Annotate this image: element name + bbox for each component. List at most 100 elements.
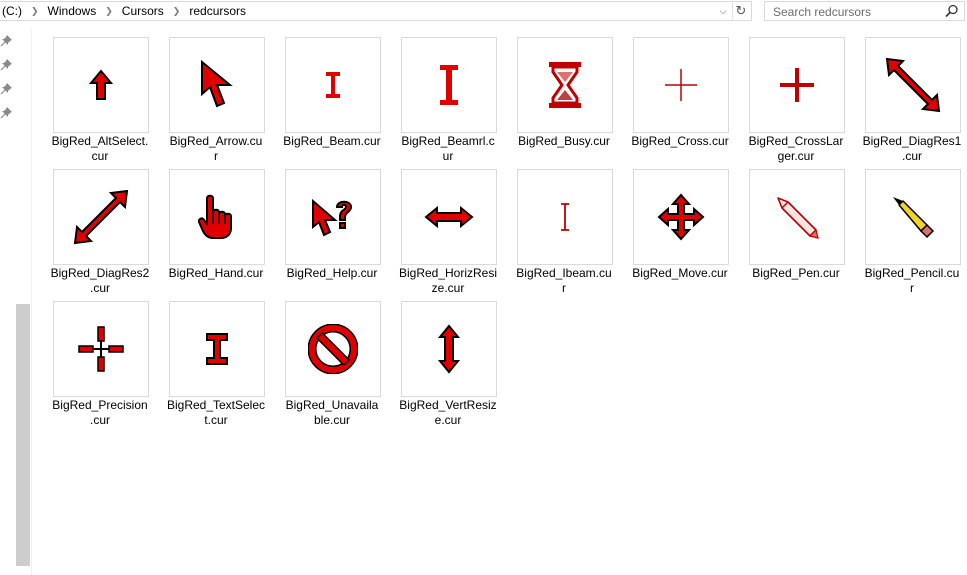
breadcrumb-redcursors[interactable]: redcursors [187, 4, 248, 18]
horiz-resize-icon [424, 206, 474, 228]
file-item[interactable]: BigRed_Pencil.cu r [855, 169, 961, 297]
file-thumbnail[interactable] [401, 169, 497, 265]
file-thumbnail[interactable] [401, 37, 497, 133]
thin-ibeam-icon [561, 203, 569, 231]
file-thumbnail[interactable] [633, 37, 729, 133]
file-name: BigRed_Help.cur [286, 266, 378, 280]
file-name: BigRed_CrossLar ger.cur [748, 134, 844, 163]
file-item[interactable]: BigRed_Ibeam.cu r [507, 169, 613, 297]
file-name: BigRed_Pencil.cu r [864, 266, 960, 295]
arrow-pointer-icon [201, 60, 233, 108]
file-name: BigRed_DiagRes1 .cur [862, 134, 962, 163]
file-name: BigRed_Precision .cur [52, 398, 148, 427]
up-arrow-icon [88, 69, 114, 100]
file-item[interactable]: BigRed_Busy.cur [507, 37, 613, 165]
file-thumbnail[interactable] [285, 169, 381, 265]
file-name: BigRed_Beamrl.c ur [401, 134, 495, 163]
file-name: BigRed_Busy.cur [518, 134, 610, 148]
file-item[interactable]: BigRed_Cross.cur [623, 37, 729, 165]
file-item[interactable]: BigRed_CrossLar ger.cur [739, 37, 845, 165]
search-input[interactable]: Search redcursors [764, 1, 965, 21]
breadcrumb-drive[interactable]: (C:) [0, 4, 24, 18]
file-item[interactable]: BigRed_VertResiz e.cur [391, 301, 497, 429]
scrollbar-thumb[interactable] [16, 304, 30, 566]
file-thumbnail[interactable] [169, 37, 265, 133]
file-item[interactable]: BigRed_TextSelec t.cur [159, 301, 265, 429]
file-item[interactable]: BigRed_Move.cur [623, 169, 729, 297]
chevron-right-icon[interactable]: ❯ [166, 6, 188, 17]
pin-icon[interactable] [0, 82, 13, 95]
file-thumbnail[interactable] [169, 169, 265, 265]
file-name: BigRed_Move.cur [632, 266, 728, 280]
file-thumbnail[interactable] [865, 169, 961, 265]
large-ibeam-icon [440, 65, 458, 105]
small-ibeam-icon [326, 72, 340, 98]
file-name: BigRed_Pen.cur [752, 266, 840, 280]
file-item[interactable]: BigRed_HorizResi ze.cur [391, 169, 497, 297]
file-item[interactable]: BigRed_Precision .cur [43, 301, 149, 429]
move-icon [657, 193, 705, 241]
help-pointer-icon [312, 198, 353, 237]
diag-resize-2-icon [73, 189, 129, 245]
file-thumbnail[interactable] [749, 37, 845, 133]
file-item[interactable]: BigRed_Beam.cur [275, 37, 381, 165]
file-thumbnail[interactable] [401, 301, 497, 397]
file-name: BigRed_Cross.cur [631, 134, 729, 148]
chevron-down-icon[interactable]: ⌵ [715, 2, 731, 20]
file-name: BigRed_VertResiz e.cur [399, 398, 497, 427]
diag-resize-1-icon [885, 57, 941, 113]
file-name: BigRed_Hand.cur [168, 266, 264, 280]
pin-icon[interactable] [0, 106, 13, 119]
file-thumbnail[interactable] [285, 37, 381, 133]
file-item[interactable]: BigRed_Pen.cur [739, 169, 845, 297]
thin-cross-icon [665, 69, 697, 101]
address-bar[interactable]: (C:) ❯ Windows ❯ Cursors ❯ redcursors ⌵ … [0, 1, 752, 21]
pin-icon[interactable] [0, 34, 13, 47]
file-item[interactable]: BigRed_AltSelect. cur [43, 37, 149, 165]
file-item[interactable]: BigRed_DiagRes1 .cur [855, 37, 961, 165]
file-thumbnail[interactable] [53, 169, 149, 265]
file-thumbnail[interactable] [169, 301, 265, 397]
file-item[interactable]: BigRed_Arrow.cu r [159, 37, 265, 165]
pen-icon [777, 197, 819, 239]
file-thumbnail[interactable] [633, 169, 729, 265]
chevron-right-icon[interactable]: ❯ [98, 6, 120, 17]
file-name: BigRed_TextSelec t.cur [166, 398, 266, 427]
file-thumbnail[interactable] [53, 37, 149, 133]
file-name: BigRed_AltSelect. cur [51, 134, 149, 163]
breadcrumb-cursors[interactable]: Cursors [120, 4, 166, 18]
hourglass-icon [549, 62, 581, 108]
file-thumbnail[interactable] [53, 301, 149, 397]
toolbar: (C:) ❯ Windows ❯ Cursors ❯ redcursors ⌵ … [0, 0, 967, 23]
text-select-icon [206, 333, 228, 365]
file-item[interactable]: BigRed_Beamrl.c ur [391, 37, 497, 165]
file-name: BigRed_HorizResi ze.cur [398, 266, 498, 295]
file-name: BigRed_Beam.cur [283, 134, 381, 148]
chevron-right-icon[interactable]: ❯ [24, 6, 46, 17]
refresh-icon[interactable]: ↻ [732, 2, 749, 20]
file-name: BigRed_Unavaila ble.cur [285, 398, 379, 427]
file-item[interactable]: BigRed_Unavaila ble.cur [275, 301, 381, 429]
unavailable-icon [308, 324, 358, 374]
pencil-icon [893, 197, 935, 239]
pin-icon[interactable] [0, 58, 13, 71]
file-thumbnail[interactable] [517, 37, 613, 133]
file-name: BigRed_DiagRes2 .cur [50, 266, 150, 295]
precision-cross-icon [78, 326, 124, 372]
breadcrumb-windows[interactable]: Windows [46, 4, 99, 18]
file-thumbnail[interactable] [749, 169, 845, 265]
file-item[interactable]: BigRed_Help.cur [275, 169, 381, 297]
hand-pointer-icon [197, 194, 232, 239]
vert-resize-icon [438, 324, 460, 374]
search-icon[interactable] [945, 4, 959, 18]
file-thumbnail[interactable] [517, 169, 613, 265]
file-name: BigRed_Ibeam.cu r [516, 266, 612, 295]
file-thumbnail[interactable] [285, 301, 381, 397]
search-placeholder: Search redcursors [773, 5, 872, 19]
file-item[interactable]: BigRed_Hand.cur [159, 169, 265, 297]
file-name: BigRed_Arrow.cu r [169, 134, 263, 163]
file-item[interactable]: BigRed_DiagRes2 .cur [43, 169, 149, 297]
navigation-pane[interactable] [0, 28, 32, 575]
large-cross-icon [780, 68, 814, 102]
file-thumbnail[interactable] [865, 37, 961, 133]
